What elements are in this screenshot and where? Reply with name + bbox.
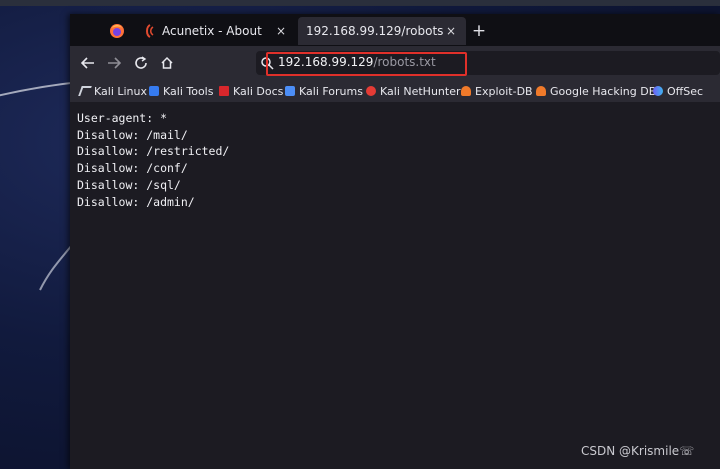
bookmark-label: Kali Tools [163, 84, 214, 98]
tab-title: 192.168.99.129/robots.txt [306, 24, 444, 38]
robots-line: Disallow: /admin/ [77, 194, 195, 209]
bookmark-label: Exploit-DB [475, 84, 533, 98]
desktop-top-panel [0, 0, 720, 6]
robots-line: Disallow: /conf/ [77, 161, 188, 176]
robots-line: Disallow: /sql/ [77, 177, 181, 192]
home-icon [161, 56, 173, 69]
bookmark-label: Kali NetHunter [380, 84, 461, 98]
bookmark-label: Kali Forums [299, 84, 363, 98]
robots-line: Disallow: /mail/ [77, 127, 188, 142]
forward-button[interactable] [104, 53, 124, 73]
bookmarks-toolbar: Kali Linux Kali Tools Kali Docs Kali For… [70, 80, 720, 103]
kali-forums-icon [285, 86, 295, 96]
bookmark-label: Google Hacking DB [550, 84, 657, 98]
bookmark-kali-tools[interactable]: Kali Tools [149, 83, 213, 99]
robots-line: Disallow: /restricted/ [77, 144, 230, 159]
new-tab-button[interactable]: + [468, 20, 490, 42]
acunetix-icon [144, 24, 156, 38]
page-content: User-agent: * Disallow: /mail/Disallow: /… [70, 102, 720, 469]
bookmark-label: OffSec [667, 84, 704, 98]
browser-window: Acunetix - About × 192.168.99.129/robots… [70, 14, 720, 469]
tab-acunetix-about[interactable]: Acunetix - About × [136, 17, 296, 45]
firefox-icon[interactable] [103, 20, 131, 42]
reload-icon [135, 56, 147, 69]
back-arrow-icon [81, 57, 94, 69]
bookmark-label: Kali Linux [94, 84, 148, 98]
bookmark-kali-forums[interactable]: Kali Forums [285, 83, 363, 99]
tab-title: Acunetix - About [162, 24, 262, 38]
csdn-watermark: CSDN @Krismile☏ [581, 444, 695, 458]
robots-txt-text: User-agent: * Disallow: /mail/Disallow: /… [77, 110, 229, 210]
close-tab-icon[interactable]: × [274, 24, 288, 38]
home-button[interactable] [157, 53, 177, 73]
forward-arrow-icon [108, 57, 121, 69]
bookmark-google-hacking-db[interactable]: Google Hacking DB [536, 83, 656, 99]
url-highlight-box [266, 52, 467, 76]
kali-docs-icon [219, 86, 229, 96]
kali-dragon-icon [78, 86, 92, 96]
offsec-icon [653, 86, 663, 96]
exploit-db-icon [461, 86, 471, 96]
bookmark-kali-docs[interactable]: Kali Docs [219, 83, 283, 99]
bookmark-offsec[interactable]: OffSec [653, 83, 703, 99]
close-tab-icon[interactable]: × [444, 24, 458, 38]
nethunter-icon [366, 86, 376, 96]
bookmark-label: Kali Docs [233, 84, 284, 98]
ghdb-icon [536, 86, 546, 96]
back-button[interactable] [78, 53, 98, 73]
kali-tools-icon [149, 86, 159, 96]
tab-strip: Acunetix - About × 192.168.99.129/robots… [70, 14, 720, 46]
robots-line: User-agent: * [77, 111, 168, 125]
tab-robots-txt[interactable]: 192.168.99.129/robots.txt × [298, 17, 466, 45]
bookmark-exploit-db[interactable]: Exploit-DB [461, 83, 533, 99]
bookmark-kali-nethunter[interactable]: Kali NetHunter [366, 83, 461, 99]
reload-button[interactable] [131, 53, 151, 73]
bookmark-kali-linux[interactable]: Kali Linux [78, 83, 148, 99]
